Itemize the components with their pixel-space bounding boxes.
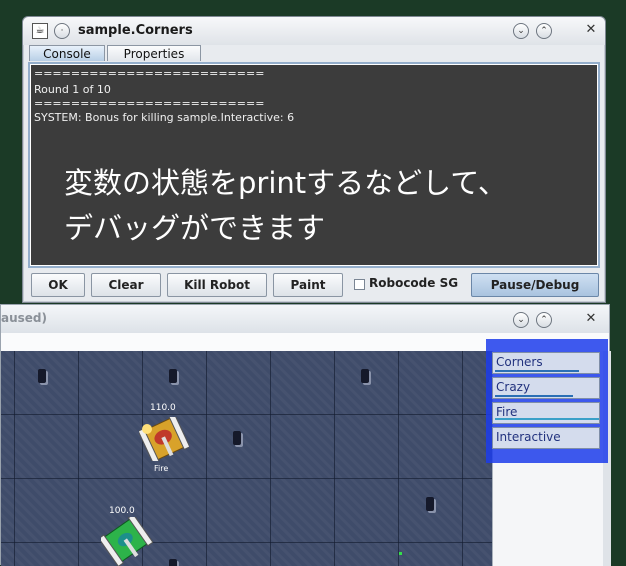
floor-rivet (38, 369, 46, 383)
console-frame: ========================= Round 1 of 10 … (28, 62, 600, 268)
robot-energy-bar (495, 395, 573, 397)
paint-button[interactable]: Paint (273, 273, 343, 297)
dialog-titlebar: ☕ · sample.Corners ⌄ ⌃ ✕ (23, 17, 605, 45)
robot-energy-bar (495, 418, 599, 420)
robot-fire-tank-icon[interactable] (139, 417, 189, 461)
close-icon[interactable]: ✕ (584, 312, 598, 326)
console-line: SYSTEM: Bonus for killing sample.Interac… (34, 111, 295, 124)
console-line: Round 1 of 10 (34, 83, 111, 96)
annotation-text: デバッグができます (64, 211, 326, 245)
robot-list-item-corners[interactable]: Corners (492, 352, 600, 374)
pause-debug-button[interactable]: Pause/Debug (471, 273, 599, 297)
close-icon[interactable]: ✕ (584, 23, 598, 37)
bullet (399, 552, 402, 555)
dialog-title: sample.Corners (78, 23, 193, 38)
dialog-button-row: OK Clear Kill Robot Paint Robocode SG Pa… (23, 272, 605, 298)
robot-energy-green: 100.0 (109, 506, 135, 516)
floor-rivet (426, 497, 434, 511)
robot-list-item-label: Corners (496, 355, 543, 369)
robot-console-dialog: ☕ · sample.Corners ⌄ ⌃ ✕ Console Propert… (22, 16, 606, 303)
robot-list-item-crazy[interactable]: Crazy (492, 377, 600, 399)
kill-robot-button[interactable]: Kill Robot (167, 273, 267, 297)
console-output[interactable]: ========================= Round 1 of 10 … (31, 65, 597, 265)
robot-list-item-interactive[interactable]: Interactive (492, 427, 600, 449)
robot-energy-bar (495, 370, 579, 372)
annotation-text: 変数の状態をprintするなどして、 (64, 166, 507, 200)
robot-list-item-label: Interactive (496, 430, 561, 444)
clear-button[interactable]: Clear (91, 273, 161, 297)
floor-rivet (169, 369, 177, 383)
battle-window-title: aused) (1, 311, 47, 325)
robot-list-item-label: Fire (496, 405, 518, 419)
battlefield: 110.0 Fire 100.0 (1, 351, 492, 566)
robot-list-highlight: Corners Crazy Fire Interactive (486, 339, 608, 463)
maximize-icon[interactable]: ⌃ (536, 312, 552, 328)
robot-list-item-label: Crazy (496, 380, 531, 394)
floor-rivet (361, 369, 369, 383)
minimize-icon[interactable]: ⌄ (513, 23, 529, 39)
robot-green-tank-icon[interactable] (101, 517, 153, 566)
console-line: ========================= (34, 97, 265, 110)
maximize-icon[interactable]: ⌃ (536, 23, 552, 39)
minimize-icon[interactable]: ⌄ (513, 312, 529, 328)
console-line: ========================= (34, 67, 265, 80)
floor-rivet (233, 431, 241, 445)
robot-label-fire: Fire (154, 464, 169, 473)
tab-console[interactable]: Console (29, 45, 105, 61)
tab-properties[interactable]: Properties (107, 45, 201, 61)
window-menu-icon[interactable]: · (54, 23, 70, 39)
robot-list-item-fire[interactable]: Fire (492, 402, 600, 424)
ok-button[interactable]: OK (31, 273, 85, 297)
java-app-icon: ☕ (32, 23, 48, 39)
robot-energy-fire: 110.0 (150, 403, 176, 413)
battle-window-titlebar: aused) ⌄ ⌃ ✕ (1, 305, 609, 333)
robocode-sg-label: Robocode SG (369, 276, 459, 290)
robocode-sg-checkbox[interactable] (354, 279, 365, 290)
